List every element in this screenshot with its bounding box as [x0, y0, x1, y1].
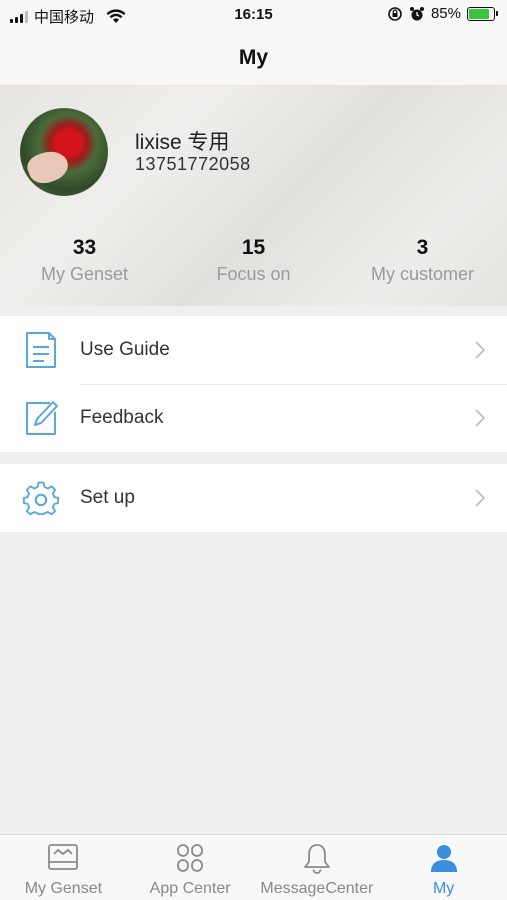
stats-row: 33 My Genset 15 Focus on 3 My customer: [0, 236, 507, 285]
stat-label: My customer: [370, 264, 475, 284]
user-phone: 13751772058: [135, 154, 251, 174]
alarm-icon: [409, 6, 424, 20]
stat-label: My Genset: [40, 264, 129, 284]
tab-label: App Center: [149, 880, 231, 897]
menu-item-set-up[interactable]: Set up: [0, 464, 507, 532]
avatar[interactable]: [20, 108, 108, 196]
lock-rotation-icon: [388, 6, 402, 21]
genset-icon: [48, 844, 79, 870]
menu-group-settings: Set up: [0, 464, 507, 532]
tab-my[interactable]: My: [380, 835, 507, 900]
menu-item-label: Set up: [80, 487, 135, 508]
user-name: lixise 专用: [135, 131, 230, 154]
stat-value: 15: [241, 236, 266, 259]
stat-my-customer[interactable]: 3 My customer: [338, 236, 507, 285]
page-title: My: [238, 45, 269, 69]
stat-value: 3: [416, 236, 429, 259]
stat-value: 33: [72, 236, 97, 259]
tab-bar: My Genset App Center MessageCenter My: [0, 834, 507, 900]
edit-icon: [26, 401, 58, 435]
menu-group-help: Use Guide Feedback: [0, 316, 507, 452]
chevron-right-icon: [475, 489, 486, 507]
stat-focus-on[interactable]: 15 Focus on: [169, 236, 338, 285]
battery-percent: 85%: [430, 5, 461, 22]
status-bar: 中国移动 16:15 85%: [0, 0, 507, 30]
tab-label: MessageCenter: [260, 880, 374, 897]
menu-item-feedback[interactable]: Feedback: [0, 384, 507, 452]
profile-header: lixise 专用 13751772058 33 My Genset 15 Fo…: [0, 86, 507, 306]
tab-app-center[interactable]: App Center: [127, 835, 254, 900]
user-icon: [430, 845, 457, 872]
tab-my-genset[interactable]: My Genset: [0, 835, 127, 900]
tab-label: My Genset: [24, 880, 103, 897]
nav-bar: My: [0, 30, 507, 86]
tab-label: My: [432, 880, 455, 897]
app-center-icon: [177, 844, 204, 872]
battery-icon: [467, 6, 498, 21]
bell-icon: [303, 844, 330, 874]
menu-item-label: Use Guide: [80, 339, 170, 360]
menu-item-use-guide[interactable]: Use Guide: [0, 316, 507, 385]
gear-icon: [22, 481, 60, 516]
document-icon: [26, 332, 56, 368]
menu-item-label: Feedback: [80, 407, 164, 428]
chevron-right-icon: [475, 341, 486, 359]
chevron-right-icon: [475, 409, 486, 427]
status-right: 85%: [387, 5, 498, 22]
stat-my-genset[interactable]: 33 My Genset: [0, 236, 169, 285]
tab-message-center[interactable]: MessageCenter: [254, 835, 381, 900]
stat-label: Focus on: [216, 264, 291, 284]
